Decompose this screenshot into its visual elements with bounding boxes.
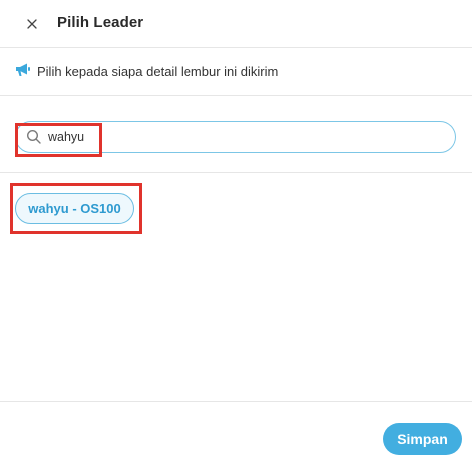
info-text: Pilih kepada siapa detail lembur ini dik… bbox=[37, 64, 279, 79]
dialog-header: Pilih Leader bbox=[0, 0, 472, 48]
close-button[interactable] bbox=[22, 14, 42, 34]
search-input[interactable] bbox=[48, 122, 448, 151]
results-list: wahyu - OS100 bbox=[0, 173, 472, 401]
info-row: Pilih kepada siapa detail lembur ini dik… bbox=[0, 48, 472, 96]
search-section bbox=[0, 96, 472, 173]
search-icon bbox=[26, 129, 41, 144]
save-button[interactable]: Simpan bbox=[383, 423, 462, 455]
search-box[interactable] bbox=[15, 121, 456, 153]
dialog-footer: Simpan bbox=[0, 401, 472, 471]
close-icon bbox=[27, 19, 37, 29]
megaphone-icon bbox=[16, 63, 30, 76]
leader-option-chip[interactable]: wahyu - OS100 bbox=[15, 193, 134, 224]
dialog-title: Pilih Leader bbox=[57, 14, 144, 31]
